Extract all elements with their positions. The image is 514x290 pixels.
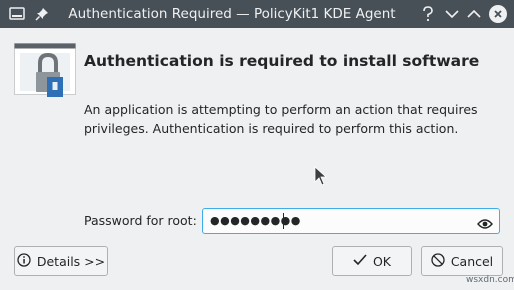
title-bar[interactable]: Authentication Required — PolicyKit1 KDE… [0, 0, 514, 28]
details-button-label: Details >> [36, 253, 106, 269]
dialog-app-icon[interactable] [6, 0, 28, 28]
chevron-down-icon[interactable] [441, 0, 463, 28]
ok-button[interactable]: OK [332, 246, 412, 276]
dialog-description: An application is attempting to perform … [84, 102, 478, 136]
lock-icon [14, 43, 76, 99]
cancel-button-label: Cancel [450, 253, 494, 269]
info-icon [17, 252, 31, 270]
password-label: Password for root: [84, 213, 197, 228]
checkmark-icon [353, 253, 367, 269]
mouse-cursor-icon [314, 166, 328, 190]
dialog-heading: Authentication is required to install so… [84, 52, 480, 70]
cancel-icon [431, 252, 445, 270]
help-icon[interactable] [417, 0, 439, 28]
password-field[interactable]: ●●●●●●●●● [202, 208, 500, 234]
eye-icon[interactable] [477, 215, 493, 234]
text-caret [283, 213, 284, 229]
chevron-up-icon[interactable] [463, 0, 485, 28]
watermark: wsxdn.com [466, 275, 514, 285]
details-button[interactable]: Details >> [14, 246, 108, 276]
pin-icon[interactable] [32, 0, 52, 28]
cancel-button[interactable]: Cancel [421, 246, 503, 276]
ok-button-label: OK [372, 253, 392, 269]
close-button[interactable] [487, 0, 509, 28]
password-value: ●●●●●●●●● [210, 214, 301, 227]
close-icon[interactable] [489, 5, 507, 23]
window-title: Authentication Required — PolicyKit1 KDE… [68, 6, 396, 22]
